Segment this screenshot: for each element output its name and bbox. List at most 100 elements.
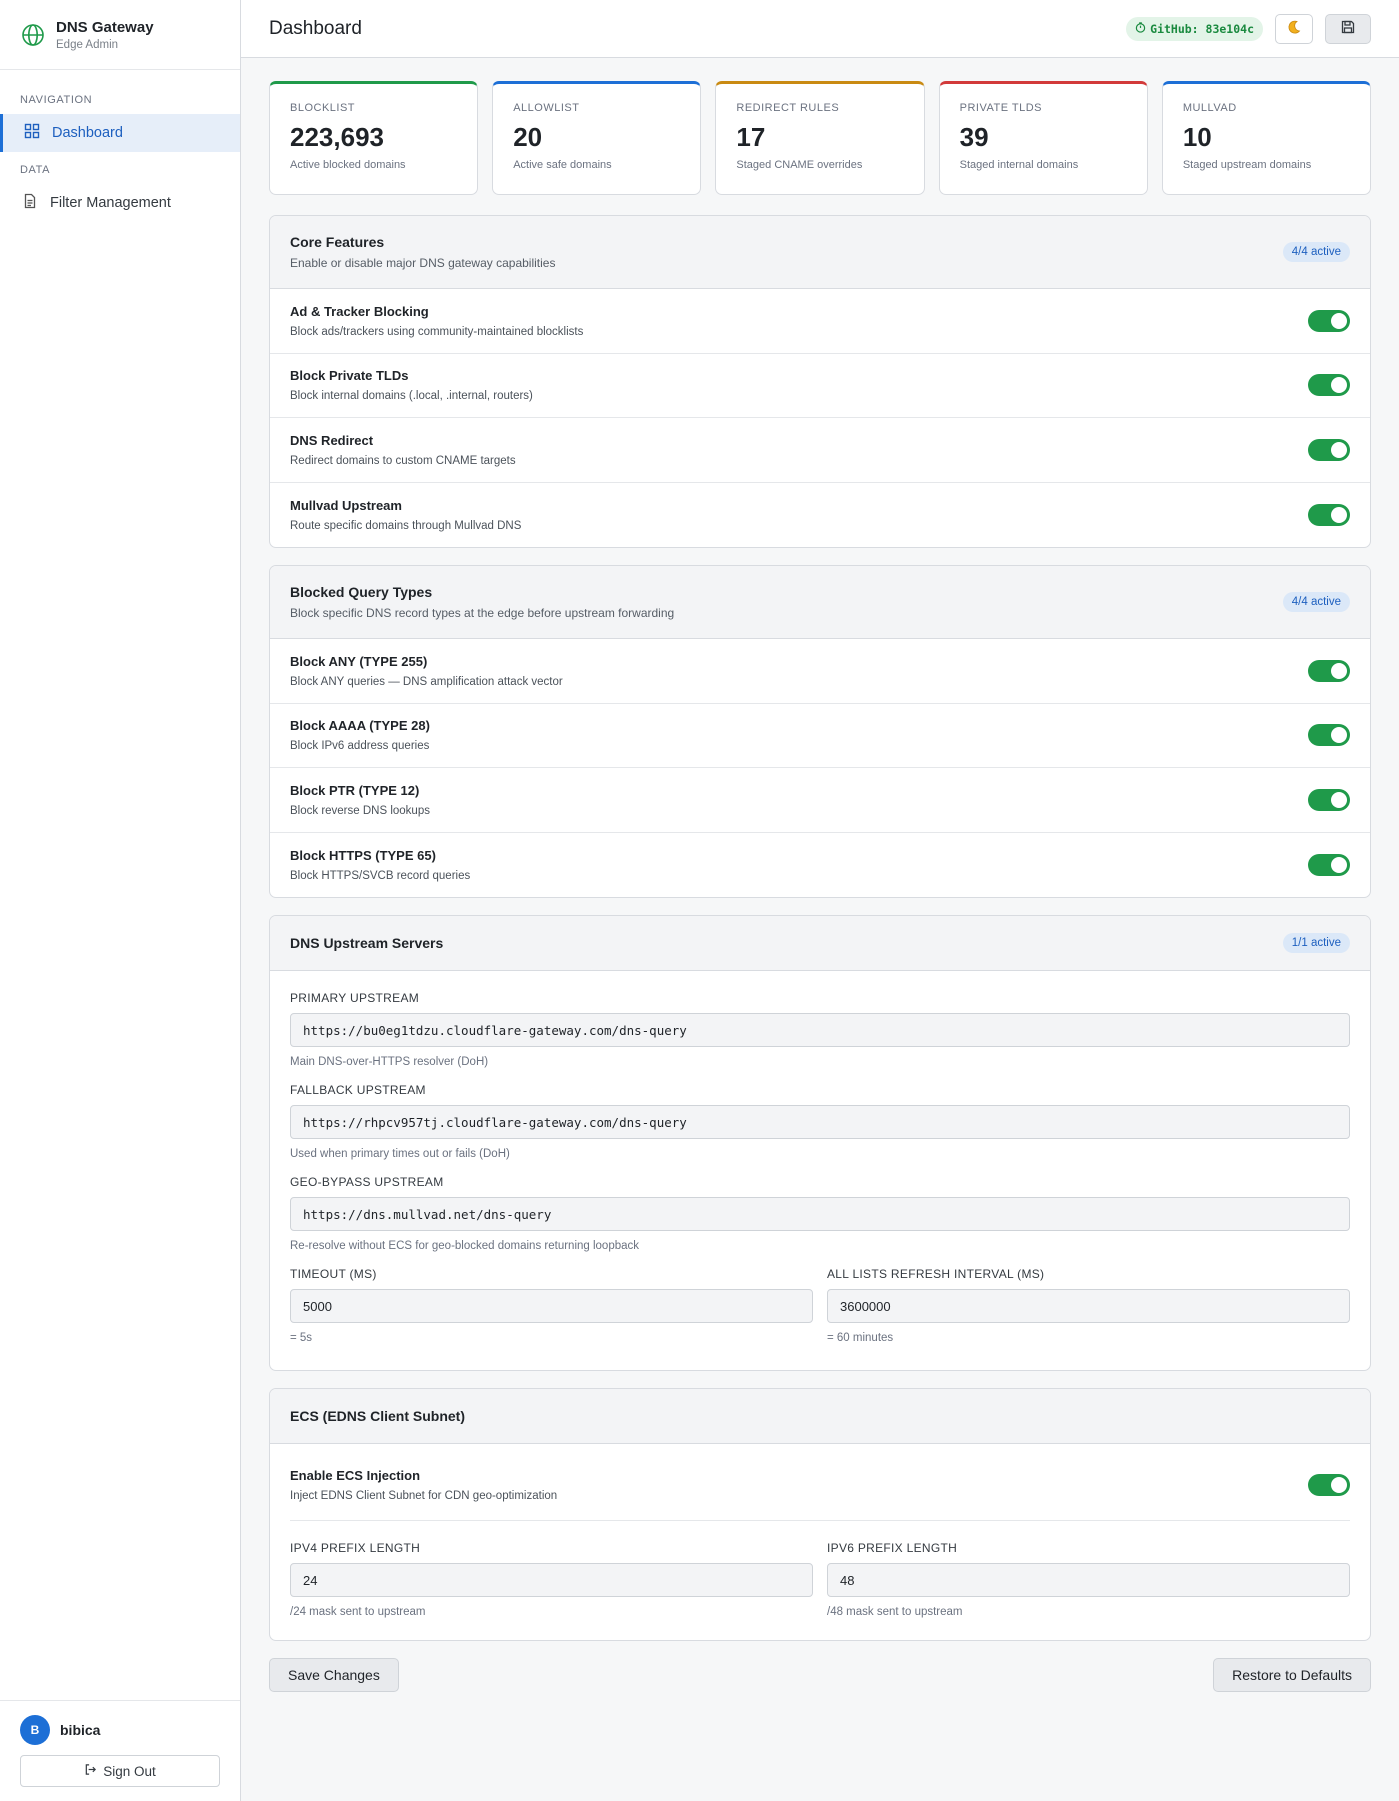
sidebar-item-dashboard[interactable]: Dashboard <box>0 114 240 152</box>
blocked-query-types-card: Blocked Query Types Block specific DNS r… <box>269 565 1371 898</box>
sidebar-footer: B bibica Sign Out <box>0 1700 240 1801</box>
stat-value: 20 <box>513 122 543 152</box>
github-label: GitHub: 83e104c <box>1150 21 1254 36</box>
sign-out-icon <box>84 1763 97 1779</box>
enable-ecs-toggle[interactable] <box>1308 1474 1350 1496</box>
stat-label: ALLOWLIST <box>513 102 580 114</box>
nav-section-data: DATA <box>20 164 51 176</box>
sign-out-button[interactable]: Sign Out <box>20 1755 220 1787</box>
card-header: ECS (EDNS Client Subnet) <box>270 1389 1370 1444</box>
fallback-upstream-input[interactable]: https://rhpcv957tj.cloudflare-gateway.co… <box>290 1105 1350 1139</box>
card-title: ECS (EDNS Client Subnet) <box>290 1408 466 1424</box>
save-changes-button[interactable]: Save Changes <box>269 1658 399 1692</box>
github-badge[interactable]: GitHub: 83e104c <box>1126 16 1263 41</box>
feature-desc: Redirect domains to custom CNAME targets <box>290 454 516 467</box>
query-desc: Block reverse DNS lookups <box>290 804 430 817</box>
stat-card-redirect-rules: REDIRECT RULES 17 Staged CNAME overrides <box>715 81 925 195</box>
refresh-interval-input[interactable]: 3600000 <box>827 1289 1350 1323</box>
stat-desc: Active safe domains <box>513 159 612 171</box>
field-hint: Re-resolve without ECS for geo-blocked d… <box>290 1240 640 1252</box>
stat-desc: Staged internal domains <box>959 159 1079 171</box>
query-row-https: Block HTTPS (TYPE 65) Block HTTPS/SVCB re… <box>270 833 1370 898</box>
block-ptr-toggle[interactable] <box>1308 788 1350 811</box>
block-private-tlds-toggle[interactable] <box>1308 374 1350 397</box>
feature-name: Mullvad Upstream <box>290 497 402 513</box>
app: DNS Gateway Edge Admin NAVIGATION Dashbo… <box>0 0 1399 1801</box>
query-desc: Block IPv6 address queries <box>290 740 430 753</box>
username: bibica <box>60 1722 101 1738</box>
feature-row-mullvad-upstream: Mullvad Upstream Route specific domains t… <box>270 483 1370 548</box>
timeout-input[interactable]: 5000 <box>290 1289 813 1323</box>
card-header: DNS Upstream Servers 1/1 active <box>270 916 1370 971</box>
avatar: B <box>20 1715 50 1745</box>
stat-card-allowlist: ALLOWLIST 20 Active safe domains <box>492 81 702 195</box>
feature-name: Ad & Tracker Blocking <box>290 303 429 319</box>
field-label: ALL LISTS REFRESH INTERVAL (MS) <box>827 1267 1045 1281</box>
block-https-toggle[interactable] <box>1308 853 1350 876</box>
active-count-badge: 4/4 active <box>1282 592 1350 612</box>
primary-upstream-input[interactable]: https://bu0eg1tdzu.cloudflare-gateway.co… <box>290 1013 1350 1047</box>
field-hint: Used when primary times out or fails (Do… <box>290 1148 510 1160</box>
feature-name: Enable ECS Injection <box>290 1468 421 1483</box>
block-aaaa-toggle[interactable] <box>1308 724 1350 747</box>
query-desc: Block HTTPS/SVCB record queries <box>290 869 471 882</box>
field-hint: /48 mask sent to upstream <box>827 1606 963 1618</box>
ipv4-prefix-input[interactable]: 24 <box>290 1563 813 1597</box>
card-title: Blocked Query Types <box>290 584 433 600</box>
block-any-toggle[interactable] <box>1308 659 1350 682</box>
user-info: B bibica <box>20 1715 220 1745</box>
primary-upstream-field: PRIMARY UPSTREAM https://bu0eg1tdzu.clou… <box>290 991 1350 1068</box>
sign-out-label: Sign Out <box>103 1763 156 1779</box>
query-row-ptr: Block PTR (TYPE 12) Block reverse DNS loo… <box>270 768 1370 833</box>
restore-defaults-button[interactable]: Restore to Defaults <box>1213 1658 1371 1692</box>
content: BLOCKLIST 223,693 Active blocked domains… <box>241 58 1399 1692</box>
stat-label: MULLVAD <box>1182 102 1237 114</box>
field-label: TIMEOUT (MS) <box>290 1267 377 1281</box>
stat-value: 10 <box>1182 122 1212 152</box>
field-hint: = 5s <box>290 1332 313 1344</box>
stat-card-mullvad: MULLVAD 10 Staged upstream domains <box>1161 81 1372 195</box>
geo-bypass-upstream-input[interactable]: https://dns.mullvad.net/dns-query <box>290 1197 1350 1231</box>
fallback-upstream-field: FALLBACK UPSTREAM https://rhpcv957tj.clo… <box>290 1083 1350 1160</box>
card-header: Core Features Enable or disable major DN… <box>270 216 1370 289</box>
stat-label: PRIVATE TLDS <box>959 102 1043 114</box>
stat-label: REDIRECT RULES <box>736 102 840 114</box>
query-row-any: Block ANY (TYPE 255) Block ANY queries — … <box>270 639 1370 704</box>
ecs-toggle-wrap: Enable ECS Injection Inject EDNS Client S… <box>270 1444 1370 1521</box>
grid-icon <box>24 123 40 143</box>
stat-desc: Active blocked domains <box>290 159 406 171</box>
save-icon-button[interactable] <box>1325 13 1371 44</box>
ipv4-prefix-field: IPV4 PREFIX LENGTH 24 /24 mask sent to u… <box>290 1541 813 1618</box>
field-label: IPV6 PREFIX LENGTH <box>827 1541 958 1555</box>
feature-row-dns-redirect: DNS Redirect Redirect domains to custom C… <box>270 418 1370 483</box>
field-hint: /24 mask sent to upstream <box>290 1606 426 1618</box>
ecs-card: ECS (EDNS Client Subnet) Enable ECS Inje… <box>269 1388 1371 1641</box>
sidebar-item-filter-management[interactable]: Filter Management <box>0 184 240 222</box>
topbar: Dashboard GitHub: 83e104c <box>241 0 1399 58</box>
nav-section-navigation: NAVIGATION <box>20 94 93 106</box>
ad-tracker-blocking-toggle[interactable] <box>1308 309 1350 332</box>
timeout-field: TIMEOUT (MS) 5000 = 5s <box>290 1267 813 1344</box>
feature-name: Block Private TLDs <box>290 368 409 384</box>
floppy-disk-icon <box>1340 19 1356 38</box>
moon-icon <box>1286 19 1302 38</box>
upstream-form: PRIMARY UPSTREAM https://bu0eg1tdzu.clou… <box>270 971 1370 1370</box>
clock-icon <box>1135 21 1146 36</box>
field-hint: Main DNS-over-HTTPS resolver (DoH) <box>290 1056 489 1068</box>
topbar-actions: GitHub: 83e104c <box>1126 13 1371 44</box>
ipv6-prefix-input[interactable]: 48 <box>827 1563 1350 1597</box>
stat-desc: Staged CNAME overrides <box>736 159 863 171</box>
dns-redirect-toggle[interactable] <box>1308 438 1350 461</box>
theme-toggle-button[interactable] <box>1275 13 1313 44</box>
feature-row-block-private-tlds: Block Private TLDs Block internal domains… <box>270 354 1370 418</box>
field-label: GEO-BYPASS UPSTREAM <box>290 1175 444 1189</box>
brand-subtitle: Edge Admin <box>56 38 119 51</box>
card-title: DNS Upstream Servers <box>290 935 444 951</box>
feature-row-ad-tracker-blocking: Ad & Tracker Blocking Block ads/trackers … <box>270 289 1370 354</box>
query-name: Block ANY (TYPE 255) <box>290 653 428 669</box>
sidebar-item-label: Filter Management <box>50 195 171 211</box>
query-row-aaaa: Block AAAA (TYPE 28) Block IPv6 address q… <box>270 704 1370 768</box>
stat-label: BLOCKLIST <box>290 102 356 114</box>
mullvad-upstream-toggle[interactable] <box>1308 503 1350 526</box>
field-label: PRIMARY UPSTREAM <box>290 991 420 1005</box>
